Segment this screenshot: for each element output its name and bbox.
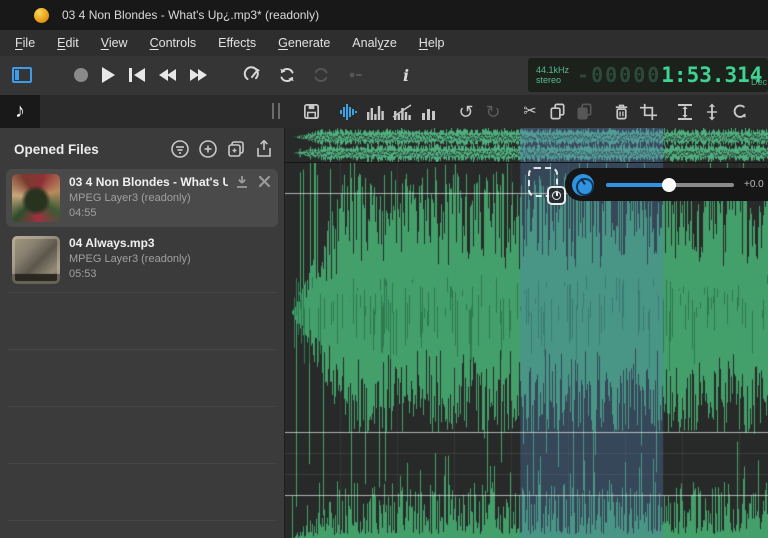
music-note-icon: ♪	[15, 100, 25, 123]
gain-overlay: +0.0	[565, 168, 768, 201]
overview-waveform[interactable]	[285, 128, 768, 163]
opened-files-panel: Opened Files 03 4 Non Blon	[0, 128, 285, 538]
sidebar-toggle-icon[interactable]	[12, 60, 32, 90]
menu-item-generate[interactable]: Generate	[267, 32, 341, 54]
files-tab[interactable]: ♪	[0, 95, 40, 128]
loop-button[interactable]	[277, 60, 297, 90]
redo-icon: ↻	[483, 102, 503, 122]
file-name: 03 4 Non Blondes - What's Up¿....	[69, 175, 228, 189]
menu-item-help[interactable]: Help	[408, 32, 456, 54]
duplicate-icon[interactable]	[226, 139, 246, 159]
waveform-view-icon[interactable]	[338, 102, 358, 122]
repeat-icon-disabled	[311, 60, 331, 90]
time-digits: 1:53.314	[661, 63, 762, 87]
trim-icon[interactable]	[638, 102, 658, 122]
list-separator	[8, 349, 276, 350]
spectrum-view-icon[interactable]	[392, 102, 412, 122]
delete-icon[interactable]	[611, 102, 631, 122]
sample-rate-label: 44.1kHz stereo	[536, 65, 569, 85]
panel-resize-handle[interactable]	[272, 103, 280, 119]
file-format: MPEG Layer3 (readonly)	[69, 253, 272, 265]
file-duration: 05:53	[69, 268, 272, 280]
list-separator	[8, 406, 276, 407]
panel-title: Opened Files	[14, 142, 170, 157]
menu-item-edit[interactable]: Edit	[46, 32, 90, 54]
time-display[interactable]: 44.1kHz stereo -00000 1:53.314 Dec	[528, 58, 768, 92]
record-button[interactable]	[74, 60, 88, 90]
file-format: MPEG Layer3 (readonly)	[69, 192, 272, 204]
list-separator	[8, 292, 276, 293]
app-logo-icon	[34, 8, 49, 23]
file-item-2[interactable]: 04 Always.mp3 MPEG Layer3 (readonly) 05:…	[6, 231, 278, 289]
title-bar: 03 4 Non Blondes - What's Up¿.mp3* (read…	[0, 0, 768, 30]
menu-item-view[interactable]: View	[90, 32, 139, 54]
edit-toolbar: ♪ ↺ ↻ ✂	[0, 95, 768, 128]
info-icon[interactable]: i	[403, 60, 409, 90]
skip-start-button[interactable]	[129, 60, 145, 90]
time-digits-dim: -00000	[577, 63, 661, 87]
album-art	[12, 174, 60, 222]
playback-speed-icon[interactable]	[243, 60, 263, 90]
waveform-editor: +0.0	[285, 128, 768, 538]
file-name: 04 Always.mp3	[69, 236, 272, 250]
export-icon[interactable]	[254, 139, 274, 159]
filter-icon[interactable]	[170, 139, 190, 159]
selection-tool-icon[interactable]	[528, 167, 558, 197]
save-icon[interactable]	[301, 102, 321, 122]
marker-icon-disabled	[345, 60, 365, 90]
menu-item-analyze[interactable]: Analyze	[341, 32, 407, 54]
main-waveform[interactable]	[285, 163, 768, 538]
gain-knob-button[interactable]	[572, 174, 594, 196]
file-item-1[interactable]: 03 4 Non Blondes - What's Up¿.... MPEG L…	[6, 169, 278, 227]
window-title: 03 4 Non Blondes - What's Up¿.mp3* (read…	[62, 8, 319, 22]
gain-slider[interactable]	[606, 178, 734, 192]
list-separator	[8, 520, 276, 521]
download-icon[interactable]	[234, 174, 249, 189]
undo-icon[interactable]: ↺	[456, 102, 476, 122]
transport-toolbar: i 44.1kHz stereo -00000 1:53.314 Dec	[0, 56, 768, 95]
copy-icon[interactable]	[547, 102, 567, 122]
menu-item-file[interactable]: File	[4, 32, 46, 54]
close-icon[interactable]	[257, 174, 272, 189]
spectrogram-view-icon[interactable]	[365, 102, 385, 122]
selection-knob-badge	[547, 186, 566, 205]
expand-vertical-icon[interactable]	[702, 102, 722, 122]
revert-icon[interactable]	[729, 102, 749, 122]
level-bars-view-icon[interactable]	[419, 102, 439, 122]
slider-thumb[interactable]	[662, 178, 676, 192]
album-art	[12, 236, 60, 284]
fit-vertical-icon[interactable]	[675, 102, 695, 122]
time-format-label: Dec	[751, 77, 767, 87]
list-separator	[8, 463, 276, 464]
ocenaudio-window: 03 4 Non Blondes - What's Up¿.mp3* (read…	[0, 0, 768, 538]
add-file-icon[interactable]	[198, 139, 218, 159]
menu-item-effects[interactable]: Effects	[207, 32, 267, 54]
menu-bar: File Edit View Controls Effects Generate…	[0, 30, 768, 56]
play-button[interactable]	[102, 60, 115, 90]
paste-icon-disabled	[574, 102, 594, 122]
rewind-button[interactable]	[159, 60, 176, 90]
menu-item-controls[interactable]: Controls	[139, 32, 208, 54]
fast-forward-button[interactable]	[190, 60, 207, 90]
cut-icon[interactable]: ✂	[520, 102, 540, 122]
file-duration: 04:55	[69, 207, 272, 219]
gain-value-label: +0.0	[744, 179, 764, 190]
